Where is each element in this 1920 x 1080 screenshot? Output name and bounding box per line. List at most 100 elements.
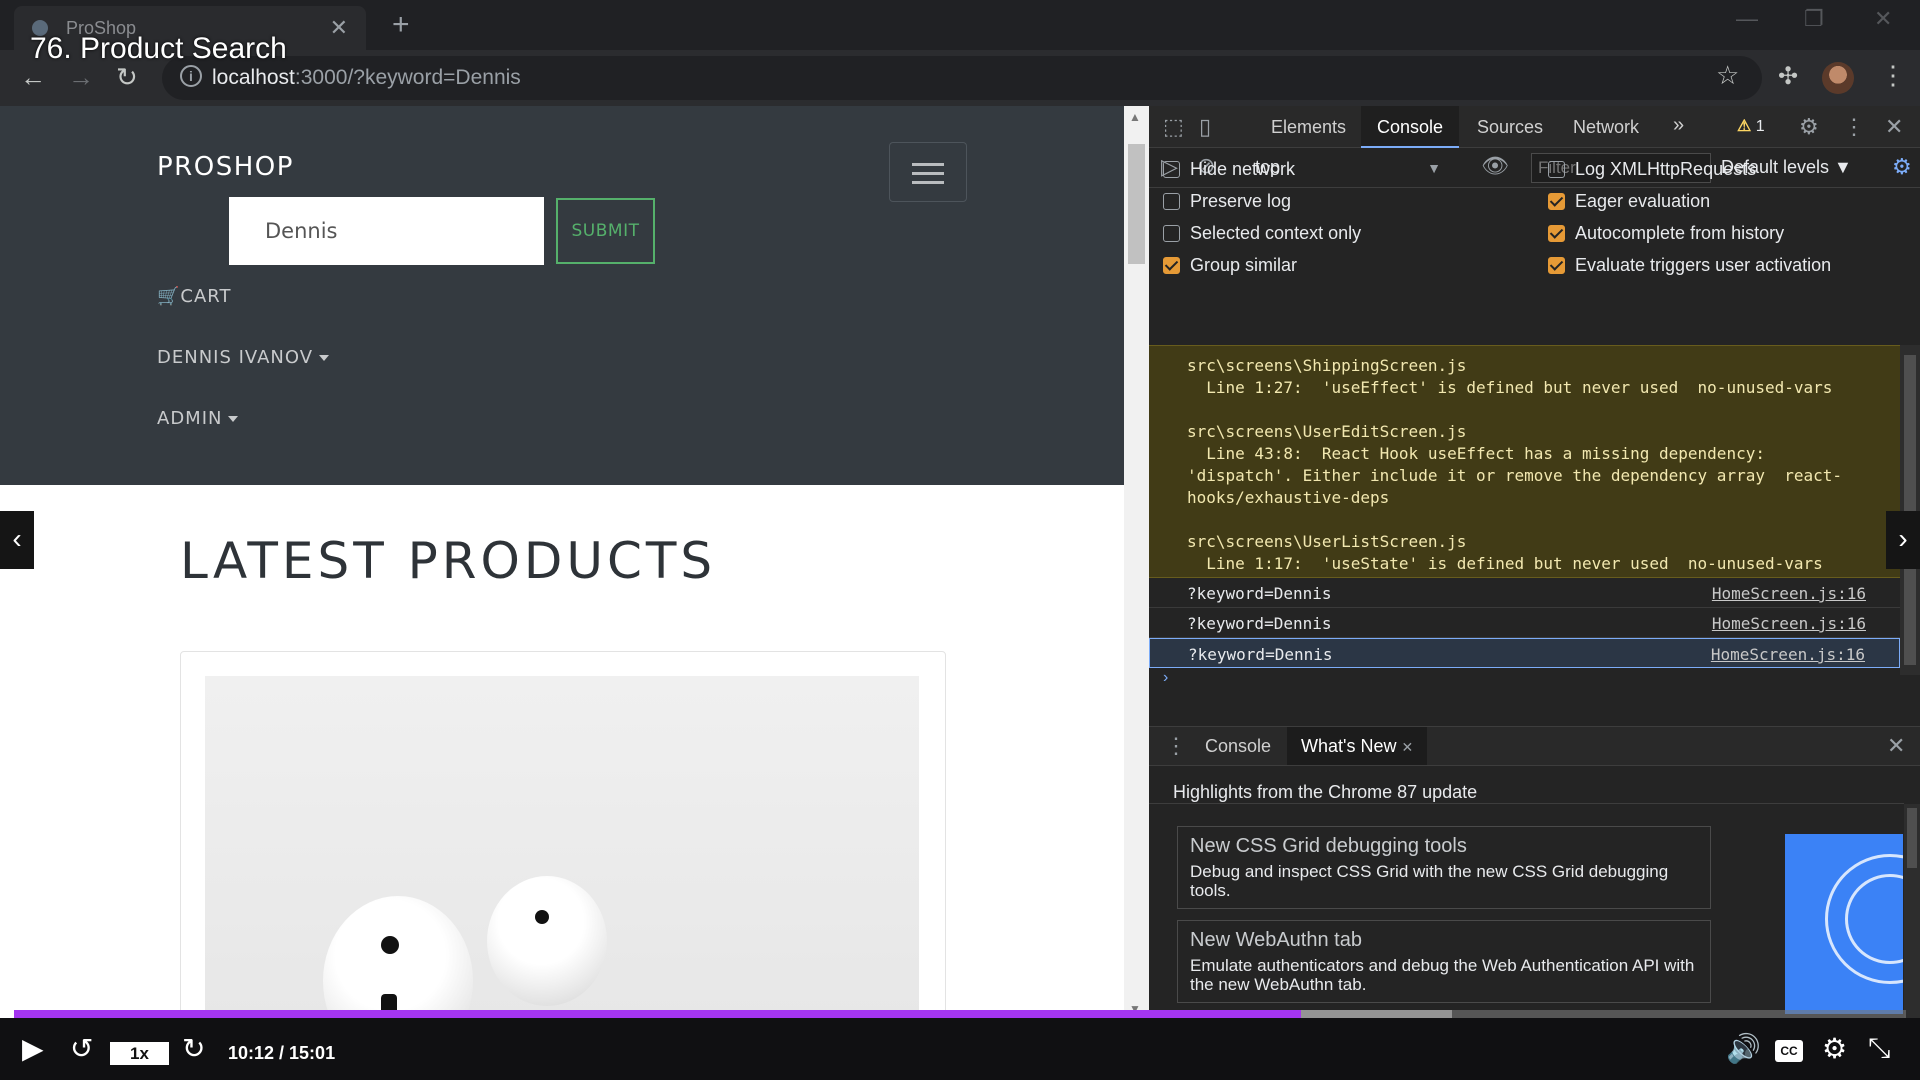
warning-icon: ⚠ [1737, 118, 1752, 135]
tab-sources[interactable]: Sources [1477, 117, 1543, 138]
option-preserve-log[interactable]: Preserve log [1163, 191, 1291, 212]
browser-toolbar: ← → ↻ i localhost:3000/?keyword=Dennis ☆… [0, 50, 1920, 106]
console-log-row[interactable]: ?keyword=Dennis HomeScreen.js:16 [1149, 578, 1900, 608]
fullscreen-icon[interactable]: ⤡ [1868, 1032, 1890, 1065]
forward-skip-icon[interactable]: ↻ [182, 1032, 205, 1065]
next-lecture-button[interactable]: › [1886, 511, 1920, 569]
whats-new-card[interactable]: New CSS Grid debugging tools Debug and i… [1177, 826, 1711, 909]
submit-button[interactable]: SUBMIT [556, 198, 655, 264]
caret-down-icon [319, 355, 330, 361]
page-viewport: PROSHOP SUBMIT 🛒CART DENNIS IVANOV ADMIN… [0, 106, 1124, 1020]
navbar-toggler[interactable] [889, 142, 967, 202]
nav-admin-dropdown[interactable]: ADMIN [157, 408, 239, 429]
search-input[interactable] [229, 197, 544, 265]
drawer-scrollbar[interactable] [1904, 804, 1920, 1020]
card-title: New WebAuthn tab [1190, 929, 1362, 951]
option-group-similar[interactable]: Group similar [1163, 255, 1297, 276]
console-prompt-icon[interactable]: › [1163, 669, 1168, 687]
captions-icon[interactable]: CC [1775, 1040, 1803, 1062]
devtools-menu-icon[interactable]: ⋮ [1843, 114, 1865, 140]
console-scrollbar[interactable] [1900, 345, 1920, 675]
page-scroll-thumb[interactable] [1128, 144, 1145, 264]
back-icon[interactable]: ← [20, 62, 46, 93]
hamburger-line [912, 172, 944, 175]
tab-elements[interactable]: Elements [1271, 117, 1346, 138]
whats-new-card[interactable]: New WebAuthn tab Emulate authenticators … [1177, 920, 1711, 1003]
log-source-link[interactable]: HomeScreen.js:16 [1711, 645, 1865, 664]
more-tabs-icon[interactable]: » [1673, 114, 1684, 137]
nav-cart-label: CART [180, 286, 232, 307]
drawer-scroll-thumb[interactable] [1907, 808, 1917, 868]
checkbox-checked[interactable] [1548, 193, 1565, 210]
console-settings-icon[interactable]: ⚙ [1892, 154, 1912, 180]
close-tab-icon[interactable]: ✕ [1401, 739, 1413, 755]
console-scroll-thumb[interactable] [1904, 355, 1916, 665]
drawer-menu-icon[interactable]: ⋮ [1165, 733, 1187, 759]
checkbox-checked[interactable] [1548, 225, 1565, 242]
video-progress-bar[interactable] [14, 1010, 1906, 1018]
scroll-up-icon[interactable]: ▲ [1129, 110, 1141, 124]
log-message: ?keyword=Dennis [1188, 645, 1333, 664]
option-hide-network[interactable]: Hide network [1163, 159, 1295, 180]
drawer-close-icon[interactable]: ✕ [1887, 733, 1905, 759]
reload-icon[interactable]: ↻ [116, 62, 138, 93]
checkbox-checked[interactable] [1548, 257, 1565, 274]
page-heading: LATEST PRODUCTS [180, 532, 717, 590]
new-tab-button[interactable]: + [392, 8, 410, 42]
log-source-link[interactable]: HomeScreen.js:16 [1712, 614, 1866, 633]
profile-avatar[interactable] [1822, 62, 1854, 94]
video-time: 10:12 / 15:01 [228, 1043, 336, 1063]
checkbox[interactable] [1163, 225, 1180, 242]
previous-lecture-button[interactable]: ‹ [0, 511, 34, 569]
warning-text: src\screens\ShippingScreen.js Line 1:27:… [1187, 356, 1843, 573]
checkbox[interactable] [1548, 161, 1565, 178]
checkbox[interactable] [1163, 161, 1180, 178]
option-selected-context[interactable]: Selected context only [1163, 223, 1361, 244]
browser-menu-icon[interactable]: ⋮ [1880, 60, 1906, 91]
forward-icon[interactable]: → [68, 62, 94, 93]
console-log-row-selected[interactable]: ?keyword=Dennis HomeScreen.js:16 [1149, 638, 1900, 668]
device-toolbar-icon[interactable]: ▯ [1199, 114, 1211, 140]
drawer-tab-console[interactable]: Console [1205, 736, 1271, 757]
nav-user-dropdown[interactable]: DENNIS IVANOV [157, 347, 330, 368]
close-window-icon[interactable]: ✕ [1874, 6, 1892, 32]
info-icon[interactable]: i [180, 65, 202, 87]
minimize-icon[interactable]: — [1736, 6, 1758, 32]
card-description: Debug and inspect CSS Grid with the new … [1190, 862, 1669, 900]
page-scrollbar[interactable]: ▲ ▼ [1124, 106, 1149, 1020]
option-log-xhr[interactable]: Log XMLHttpRequests [1548, 159, 1756, 180]
nav-cart-link[interactable]: 🛒CART [157, 286, 232, 307]
product-image[interactable] [205, 676, 919, 1020]
bookmark-star-icon[interactable]: ☆ [1716, 60, 1739, 91]
whats-new-thumbnail[interactable] [1785, 834, 1903, 1014]
address-bar[interactable]: i localhost:3000/?keyword=Dennis [162, 56, 1762, 100]
checkbox-checked[interactable] [1163, 257, 1180, 274]
warning-count-badge[interactable]: ⚠ 1 [1737, 116, 1765, 136]
checkbox[interactable] [1163, 193, 1180, 210]
tab-console[interactable]: Console [1361, 106, 1460, 148]
url-text[interactable]: localhost:3000/?keyword=Dennis [212, 66, 521, 90]
log-source-link[interactable]: HomeScreen.js:16 [1712, 584, 1866, 603]
volume-icon[interactable]: 🔊 [1726, 1032, 1761, 1065]
site-brand[interactable]: PROSHOP [157, 152, 294, 182]
devtools-close-icon[interactable]: ✕ [1885, 114, 1903, 140]
playback-speed-button[interactable]: 1x [110, 1042, 169, 1065]
tab-network[interactable]: Network [1573, 117, 1639, 138]
tab-close-icon[interactable]: ✕ [330, 15, 348, 41]
restore-icon[interactable]: ❐ [1804, 6, 1824, 32]
extensions-icon[interactable]: ✣ [1778, 62, 1798, 91]
product-card[interactable] [180, 651, 946, 1020]
dropdown-arrow-icon: ▼ [1427, 160, 1441, 176]
drawer-tab-whats-new[interactable]: What's New ✕ [1287, 727, 1428, 765]
play-icon[interactable]: ▶ [22, 1032, 44, 1065]
inspect-element-icon[interactable]: ⬚ [1163, 114, 1184, 140]
settings-gear-icon[interactable]: ⚙ [1799, 114, 1819, 140]
live-expression-eye-icon[interactable]: 👁 [1481, 153, 1509, 179]
option-evaluate-triggers[interactable]: Evaluate triggers user activation [1548, 255, 1831, 276]
option-autocomplete-history[interactable]: Autocomplete from history [1548, 223, 1784, 244]
console-log-row[interactable]: ?keyword=Dennis HomeScreen.js:16 [1149, 608, 1900, 638]
log-message: ?keyword=Dennis [1187, 584, 1332, 603]
rewind-icon[interactable]: ↺ [70, 1032, 93, 1065]
option-eager-eval[interactable]: Eager evaluation [1548, 191, 1710, 212]
video-settings-icon[interactable]: ⚙ [1822, 1032, 1847, 1065]
